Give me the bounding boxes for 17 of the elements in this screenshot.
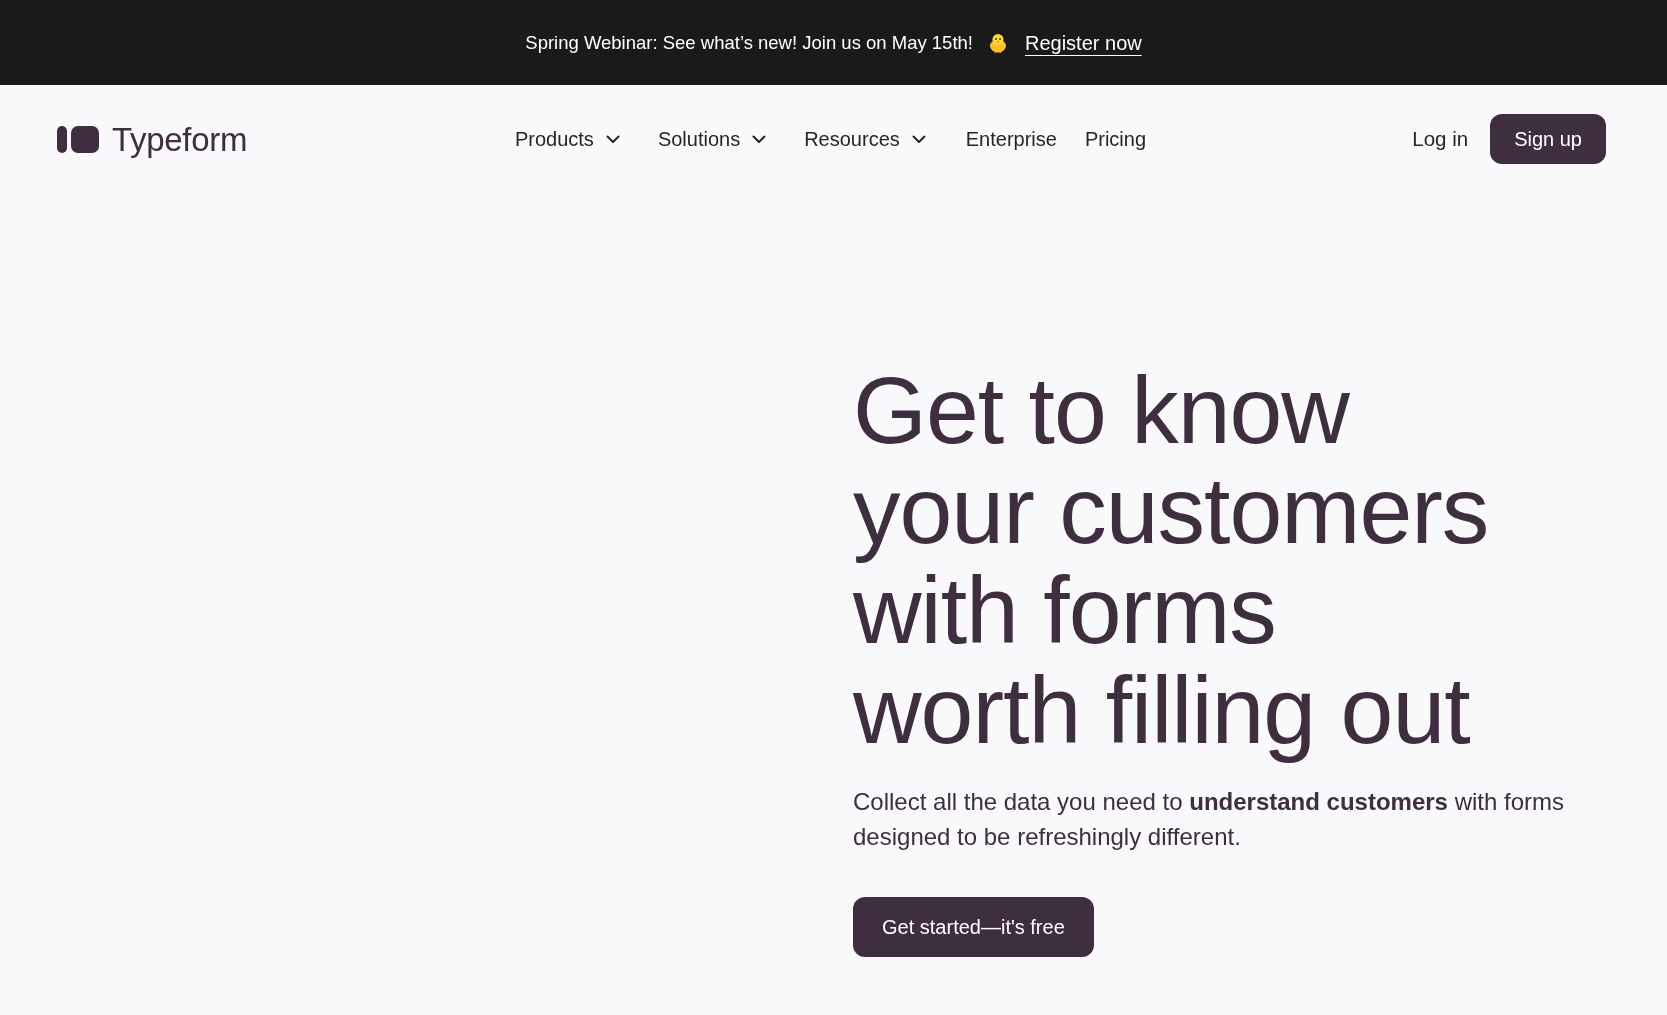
nav-dropdown[interactable]: Products: [502, 116, 646, 162]
logo-icon: [57, 125, 99, 153]
chick-icon: [987, 31, 1009, 54]
nav-dropdown[interactable]: Solutions: [645, 116, 793, 162]
get-started-button[interactable]: Get started—it's free: [853, 897, 1094, 957]
login-link[interactable]: Log in: [1412, 123, 1469, 155]
register-link[interactable]: Register now: [1025, 27, 1142, 58]
announcement-text: Spring Webinar: See what’s new! Join us on May 15th!: [525, 30, 973, 55]
chevron-down-icon: [911, 134, 926, 144]
signup-button[interactable]: Sign up: [1490, 114, 1606, 164]
logo-wordmark[interactable]: Typeform: [112, 122, 248, 156]
chevron-down-icon: [752, 134, 767, 144]
nav-link[interactable]: Enterprise: [951, 116, 1071, 162]
nav-link[interactable]: Pricing: [1070, 116, 1161, 162]
hero-subheading: Collect all the data you need to understand customers with forms designed to be refreshingly different.: [853, 787, 1565, 852]
nav-dropdown[interactable]: Resources: [792, 116, 952, 162]
chevron-down-icon: [605, 134, 620, 144]
